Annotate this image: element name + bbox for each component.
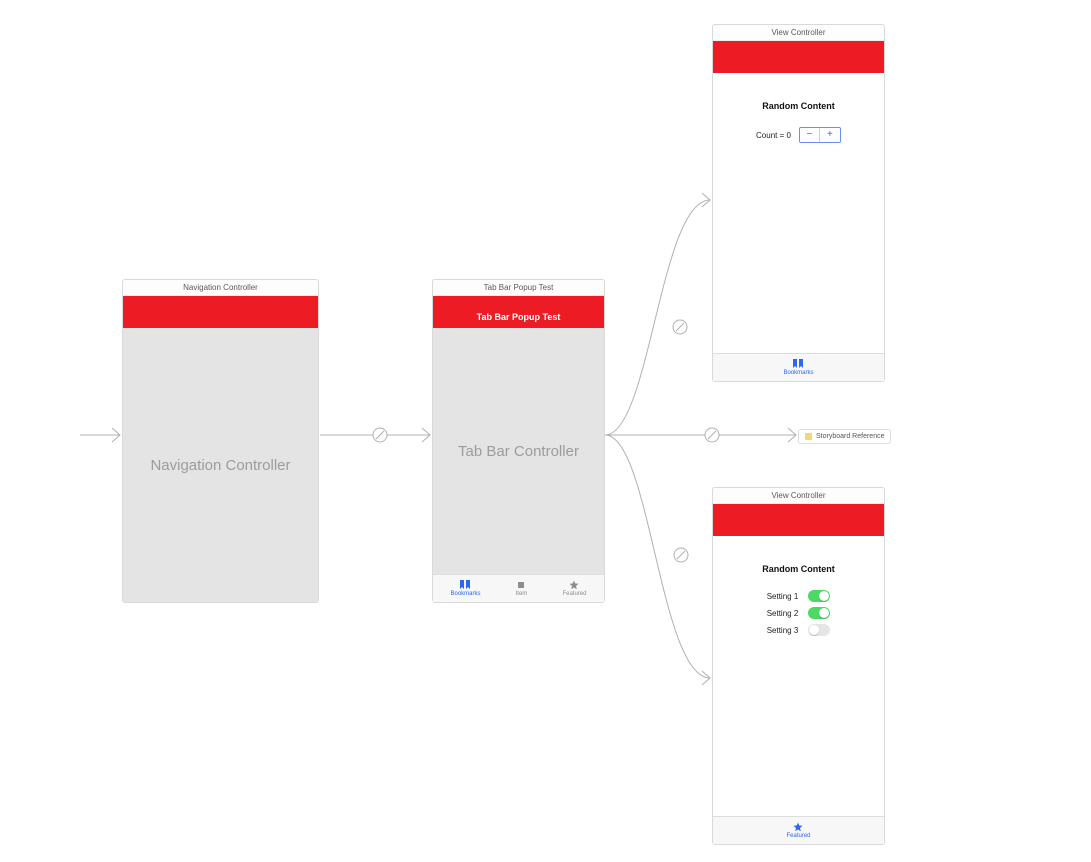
scene-view-controller-2[interactable]: View Controller Random Content Setting 1… [712,487,885,845]
storyboard-canvas[interactable]: Navigation Controller Navigation Control… [0,0,1091,862]
scene-title: View Controller [713,25,884,41]
tab-bar: Bookmarks [713,353,884,381]
setting-row-3: Setting 3 [767,624,831,636]
tab-bookmarks[interactable]: Bookmarks [450,580,480,597]
scene-view-controller-1[interactable]: View Controller Random Content Count = 0… [712,24,885,382]
stepper-minus-button[interactable]: − [800,128,820,142]
setting-row-2: Setting 2 [767,607,831,619]
tab-label: Featured [786,833,810,839]
body-label: Tab Bar Controller [458,443,579,460]
tab-bar: Featured [713,816,884,844]
stepper-plus-button[interactable]: + [820,128,840,142]
storyboard-ref-label: Storyboard Reference [816,433,884,440]
tab-item-generic[interactable]: Item [515,580,527,597]
section-title: Random Content [762,101,835,111]
nav-bar: Tab Bar Popup Test [433,296,604,328]
tab-label: Item [516,591,528,597]
bookmark-icon [459,580,471,590]
setting-label: Setting 3 [767,626,799,635]
scene-title: Navigation Controller [123,280,318,296]
setting-switch-2[interactable] [808,607,830,619]
tab-label: Bookmarks [450,591,480,597]
tab-featured[interactable]: Featured [562,580,586,597]
tab-featured[interactable]: Featured [786,822,810,839]
nav-bar [713,504,884,536]
scene-body: Random Content Count = 0 − + [713,73,884,353]
count-label: Count = 0 [756,131,791,140]
nav-bar [123,296,318,328]
bookmark-icon [792,359,804,369]
tab-label: Bookmarks [783,370,813,376]
setting-label: Setting 2 [767,609,799,618]
nav-bar [713,41,884,73]
nav-title: Tab Bar Popup Test [477,312,561,322]
scene-title: Tab Bar Popup Test [433,280,604,296]
storyboard-icon [805,433,812,440]
setting-switch-3[interactable] [808,624,830,636]
setting-label: Setting 1 [767,592,799,601]
scene-tabbar-controller[interactable]: Tab Bar Popup Test Tab Bar Popup Test Ta… [432,279,605,603]
setting-switch-1[interactable] [808,590,830,602]
section-title: Random Content [762,564,835,574]
tab-bookmarks[interactable]: Bookmarks [783,359,813,376]
tab-bar: Bookmarks Item Featured [433,574,604,602]
body-label: Navigation Controller [150,457,290,474]
star-icon [568,580,580,590]
storyboard-reference[interactable]: Storyboard Reference [798,429,891,444]
count-row: Count = 0 − + [756,127,841,143]
scene-title: View Controller [713,488,884,504]
scene-body: Navigation Controller [123,328,318,602]
scene-body: Tab Bar Controller [433,328,604,574]
scene-body: Random Content Setting 1 Setting 2 Setti… [713,536,884,816]
star-icon [792,822,804,832]
tab-label: Featured [562,591,586,597]
scene-navigation-controller[interactable]: Navigation Controller Navigation Control… [122,279,319,603]
stepper: − + [799,127,841,143]
square-icon [515,580,527,590]
setting-row-1: Setting 1 [767,590,831,602]
